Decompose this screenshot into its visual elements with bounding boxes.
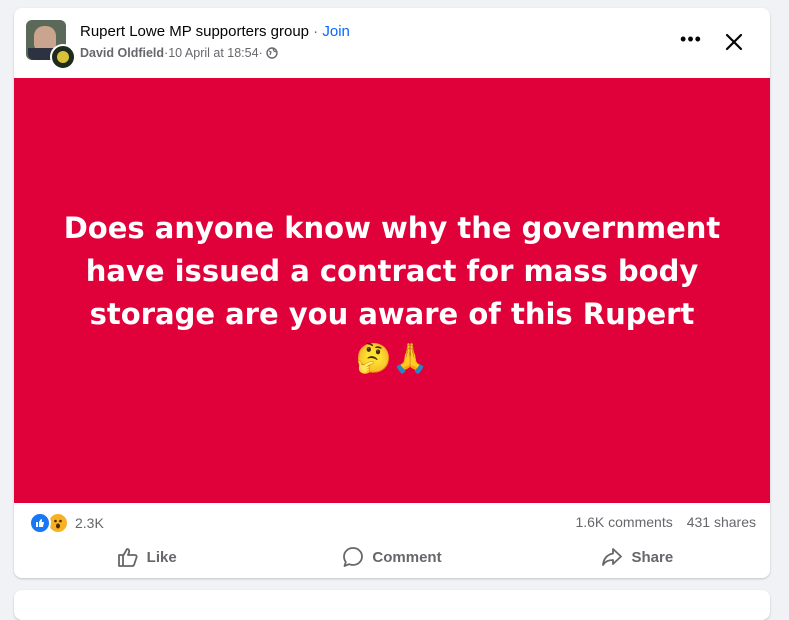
post-timestamp[interactable]: 10 April at 18:54 [168,46,258,60]
share-count-link[interactable]: 431 shares [687,514,756,530]
group-title-line: Rupert Lowe MP supporters group · Join [80,23,350,40]
thumbs-up-icon [117,548,138,567]
group-avatar[interactable] [26,20,76,70]
comment-count-link[interactable]: 1.6K comments [575,514,672,530]
comment-label: Comment [372,548,442,566]
engagement-counts: 1.6K comments 431 shares [575,514,756,530]
post-meta: David Oldfield · 10 April at 18:54 · [80,46,278,60]
join-link[interactable]: Join [322,23,350,40]
reaction-count: 2.3K [75,515,104,531]
share-label: Share [631,548,674,566]
more-options-button[interactable]: ••• [676,30,706,50]
close-icon [725,33,743,51]
post-actions: Like Comment Share [24,539,760,575]
post-text-background[interactable]: Does anyone know why the government have… [14,78,770,503]
more-options-icon: ••• [680,29,702,49]
post-stats: 2.3K 1.6K comments 431 shares [14,503,770,539]
author-name-link[interactable]: David Oldfield [80,46,164,60]
post-header: Rupert Lowe MP supporters group · Join D… [14,8,770,78]
post-body-emojis: 🤔🙏 [355,341,429,376]
reaction-summary[interactable]: 2.3K [29,512,104,534]
like-label: Like [146,548,177,566]
close-button[interactable] [722,30,746,54]
post-card: Rupert Lowe MP supporters group · Join D… [14,8,770,578]
author-avatar-badge[interactable] [50,44,76,70]
meta-separator-2: · [258,46,263,60]
comment-icon [343,547,364,567]
like-icon [29,512,51,534]
globe-icon [266,47,278,59]
share-icon [602,548,623,566]
post-body-text: Does anyone know why the government have… [63,210,721,331]
share-button[interactable]: Share [515,539,760,575]
separator: · [309,23,323,40]
post-body: Does anyone know why the government have… [52,207,732,381]
comment-button[interactable]: Comment [269,539,514,575]
like-button[interactable]: Like [24,539,269,575]
next-post-card [14,590,770,620]
group-name-link[interactable]: Rupert Lowe MP supporters group [80,23,309,40]
